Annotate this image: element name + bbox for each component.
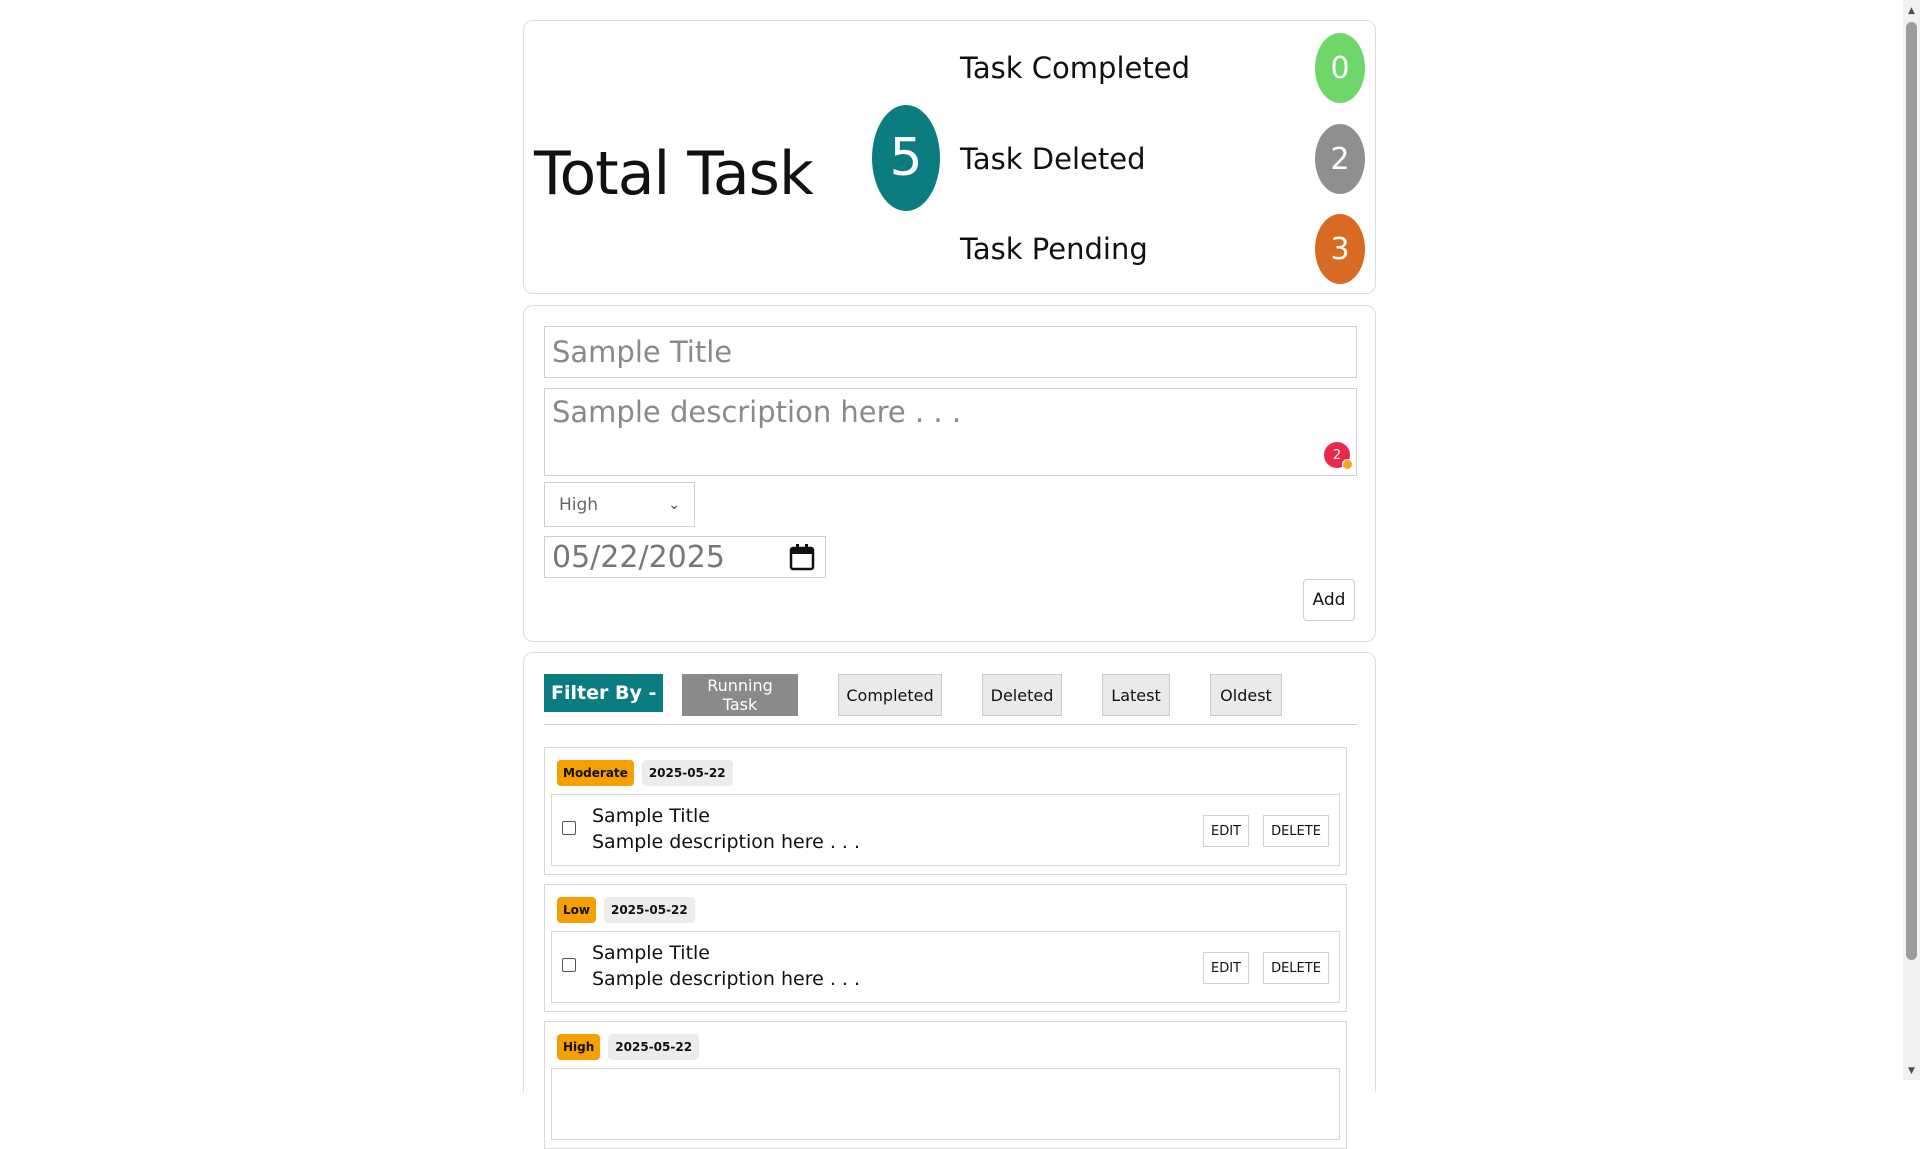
due-date-value: 05/22/2025: [552, 539, 725, 575]
filter-latest[interactable]: Latest: [1102, 674, 1170, 716]
edit-button[interactable]: EDIT: [1203, 952, 1249, 984]
stat-deleted-label: Task Deleted: [960, 142, 1146, 176]
total-task-count: 5: [872, 105, 940, 211]
delete-button[interactable]: DELETE: [1263, 952, 1329, 984]
date-badge: 2025-05-22: [608, 1034, 700, 1060]
filter-label: Filter By -: [544, 674, 664, 712]
calendar-icon[interactable]: [789, 543, 815, 571]
task-description: Sample description here . . .: [592, 968, 861, 990]
task-meta: Moderate 2025-05-22: [557, 760, 733, 788]
due-date-input[interactable]: 05/22/2025: [544, 536, 826, 578]
priority-badge: High: [557, 1034, 601, 1060]
date-badge: 2025-05-22: [603, 897, 695, 923]
scroll-down-icon[interactable]: ▼: [1903, 1062, 1920, 1079]
filter-bar: Filter By - Running Task Completed Delet…: [544, 674, 1357, 725]
grammar-status-dot: [1342, 459, 1353, 470]
stat-completed-label: Task Completed: [960, 51, 1190, 85]
task-item: High 2025-05-22: [544, 1021, 1347, 1149]
stat-deleted: Task Deleted 2: [960, 124, 1365, 194]
task-meta: Low 2025-05-22: [557, 897, 695, 925]
task-item: Low 2025-05-22 Sample Title Sample descr…: [544, 884, 1347, 1012]
add-task-form: 2 High ⌄ 05/22/2025 Add: [523, 305, 1376, 642]
priority-badge: Low: [557, 897, 596, 923]
task-body: Sample Title Sample description here . .…: [551, 794, 1340, 866]
priority-select[interactable]: High ⌄: [544, 482, 695, 527]
task-body: Sample Title Sample description here . .…: [551, 931, 1340, 1003]
task-list-card: Filter By - Running Task Completed Delet…: [523, 652, 1376, 1149]
task-title: Sample Title: [592, 942, 710, 964]
filter-deleted[interactable]: Deleted: [982, 674, 1062, 716]
stats-card: Total Task 5 Task Completed 0 Task Delet…: [523, 20, 1376, 294]
filter-running-task[interactable]: Running Task: [682, 674, 798, 716]
stat-pending-count: 3: [1315, 214, 1365, 284]
add-button[interactable]: Add: [1303, 579, 1355, 621]
task-item: Moderate 2025-05-22 Sample Title Sample …: [544, 747, 1347, 875]
scrollbar-thumb[interactable]: [1906, 22, 1917, 960]
priority-badge: Moderate: [557, 760, 634, 786]
stat-completed: Task Completed 0: [960, 33, 1365, 103]
task-checkbox[interactable]: [562, 958, 576, 972]
description-input[interactable]: [544, 388, 1357, 476]
filter-completed[interactable]: Completed: [838, 674, 942, 716]
chevron-down-icon: ⌄: [668, 496, 680, 513]
task-meta: High 2025-05-22: [557, 1034, 700, 1062]
task-checkbox[interactable]: [562, 821, 576, 835]
edit-button[interactable]: EDIT: [1203, 815, 1249, 847]
date-badge: 2025-05-22: [641, 760, 733, 786]
filter-oldest[interactable]: Oldest: [1210, 674, 1282, 716]
stat-pending: Task Pending 3: [960, 214, 1365, 284]
delete-button[interactable]: DELETE: [1263, 815, 1329, 847]
stat-completed-count: 0: [1315, 33, 1365, 103]
stat-pending-label: Task Pending: [960, 232, 1148, 266]
stat-deleted-count: 2: [1315, 124, 1365, 194]
title-input[interactable]: [544, 326, 1357, 378]
task-description: Sample description here . . .: [592, 831, 861, 853]
total-task-label: Total Task: [534, 139, 814, 209]
app-page: Total Task 5 Task Completed 0 Task Delet…: [0, 0, 1920, 1149]
scroll-up-icon[interactable]: ▲: [1903, 2, 1920, 19]
task-body: [551, 1068, 1340, 1140]
task-title: Sample Title: [592, 805, 710, 827]
priority-select-value: High: [559, 494, 599, 515]
page-scrollbar[interactable]: ▲ ▼: [1903, 0, 1920, 1080]
